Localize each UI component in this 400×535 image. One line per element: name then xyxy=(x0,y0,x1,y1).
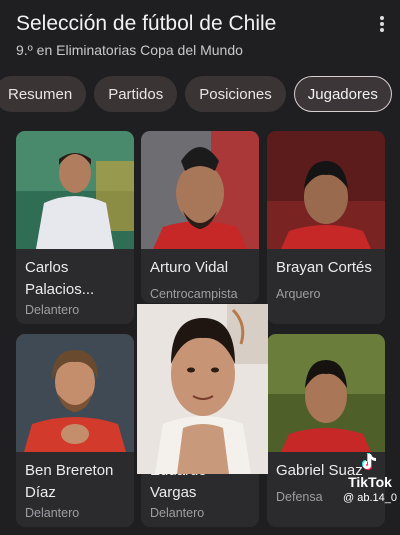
tiktok-brand: TikTok xyxy=(348,474,392,490)
player-name: Carlos xyxy=(25,259,69,276)
player-name: Ben Brereton xyxy=(25,462,114,479)
tiktok-logo-icon xyxy=(360,452,380,472)
player-card[interactable]: Ben Brereton Díaz Delantero xyxy=(16,334,134,527)
player-photo xyxy=(141,131,259,249)
tab-posiciones[interactable]: Posiciones xyxy=(185,76,286,112)
tab-bar: Resumen Partidos Posiciones Jugadores xyxy=(0,76,392,112)
player-name-cont: Díaz xyxy=(25,484,56,501)
player-name-cont: Vargas xyxy=(150,484,197,501)
player-role: Delantero xyxy=(150,506,205,520)
player-photo xyxy=(267,334,385,452)
page-title: Selección de fútbol de Chile xyxy=(16,12,277,35)
player-name: Arturo Vidal xyxy=(150,259,229,276)
player-role: Arquero xyxy=(276,287,321,301)
player-card[interactable]: Brayan Cortés Arquero xyxy=(267,131,385,324)
video-overlay xyxy=(137,304,268,474)
player-card[interactable]: Arturo Vidal Centrocampista xyxy=(141,131,259,303)
player-role: Delantero xyxy=(25,303,80,317)
player-card[interactable]: Carlos Palacios... Delantero xyxy=(16,131,134,324)
player-photo xyxy=(267,131,385,249)
tiktok-username: @ ab.14_0 xyxy=(343,492,397,504)
player-photo xyxy=(16,131,134,249)
tab-resumen[interactable]: Resumen xyxy=(0,76,87,112)
tab-partidos[interactable]: Partidos xyxy=(94,76,178,112)
more-options-icon[interactable] xyxy=(378,16,386,36)
player-name: Brayan Cortés xyxy=(276,259,372,276)
player-role: Delantero xyxy=(25,506,80,520)
tab-jugadores[interactable]: Jugadores xyxy=(293,76,392,112)
player-role: Defensa xyxy=(276,490,323,504)
header: Selección de fútbol de Chile 9.º en Elim… xyxy=(16,10,364,58)
player-name-cont: Palacios... xyxy=(25,281,95,298)
tiktok-watermark: TikTok @ ab.14_0 xyxy=(340,452,400,504)
player-role: Centrocampista xyxy=(150,287,238,301)
page-subtitle: 9.º en Eliminatorias Copa del Mundo xyxy=(16,42,243,58)
player-photo xyxy=(16,334,134,452)
